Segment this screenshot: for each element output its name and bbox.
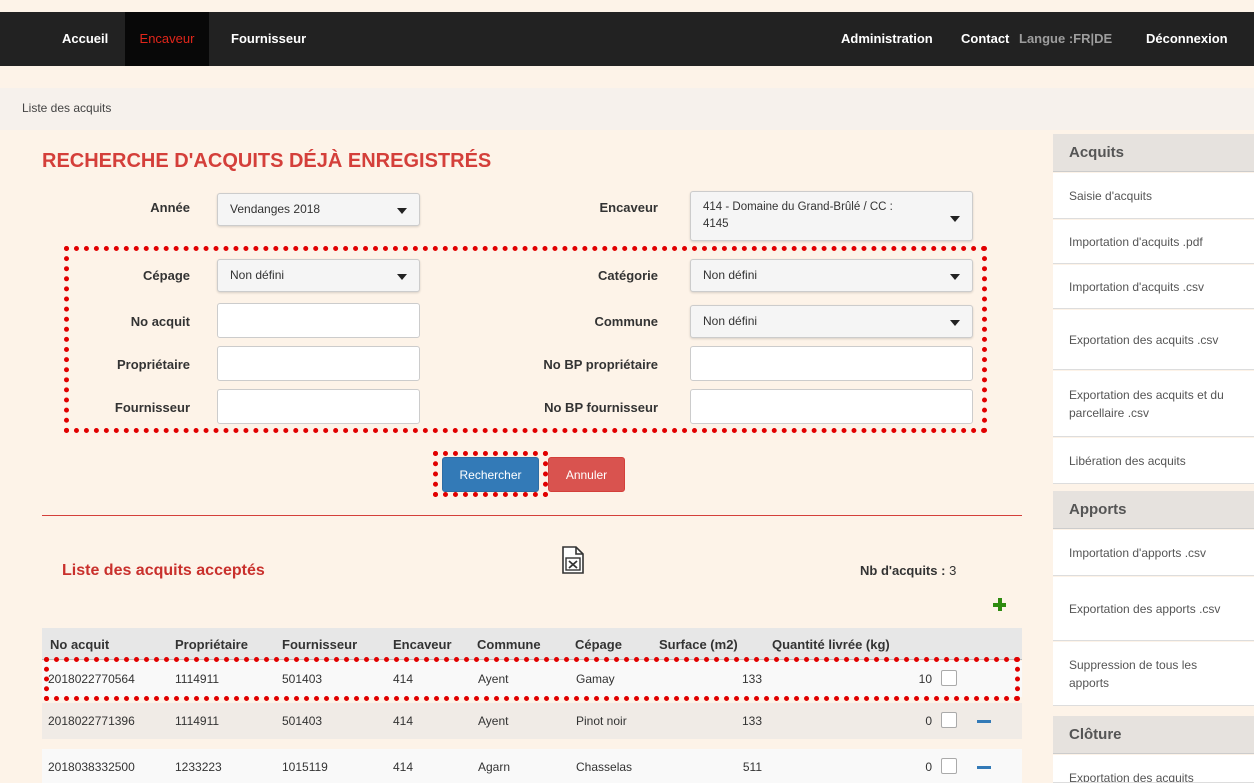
caret-down-icon [950,274,960,280]
nav-logout[interactable]: Déconnexion [1146,12,1228,66]
highlight-row [44,657,1020,701]
no-bp-fournisseur-input[interactable] [690,389,973,424]
table-row[interactable]: 2018022771396 1114911 501403 414 Ayent P… [42,703,1022,739]
search-button[interactable]: Rechercher [442,457,539,492]
cell-no-acquit: 2018038332500 [48,760,135,774]
col-quantite[interactable]: Quantité livrée (kg) [772,637,890,652]
acquits-count: Nb d'acquits : 3 [860,563,956,578]
cell-commune: Agarn [478,760,511,774]
nav-administration[interactable]: Administration [841,12,933,66]
encaveur-value-line2: 4145 [703,218,729,230]
commune-label: Commune [594,314,658,329]
cell-encaveur: 414 [393,714,414,728]
encaveur-label: Encaveur [599,200,658,215]
sidebar-item-export-apports[interactable]: Exportation des apports .csv [1053,577,1254,641]
sidebar-item-import-pdf[interactable]: Importation d'acquits .pdf [1053,220,1254,264]
annee-value: Vendanges 2018 [230,202,321,216]
annee-label: Année [150,200,190,215]
nav-accueil[interactable]: Accueil [62,12,108,66]
plus-icon[interactable] [993,598,1006,611]
cell-fournisseur: 501403 [282,714,323,728]
no-acquit-input[interactable] [217,303,420,338]
acquits-count-label: Nb d'acquits : [860,563,946,578]
categorie-value: Non défini [703,268,758,282]
cell-proprietaire: 1233223 [175,760,222,774]
categorie-select[interactable]: Non défini [690,259,973,292]
cell-no-acquit: 2018022771396 [48,714,135,728]
col-surface[interactable]: Surface (m2) [659,637,738,652]
table-header: No acquit Propriétaire Fournisseur Encav… [42,628,1022,660]
caret-down-icon [397,274,407,280]
row-checkbox[interactable] [941,758,957,774]
caret-down-icon [397,208,407,214]
commune-select[interactable]: Non défini [690,305,973,338]
sidebar-cloture-title: Clôture [1053,716,1254,754]
sidebar-item-import-csv[interactable]: Importation d'acquits .csv [1053,265,1254,309]
sidebar-item-suppression-apports[interactable]: Suppression de tous les apports [1053,642,1254,706]
cancel-button[interactable]: Annuler [548,457,625,492]
excel-file-icon[interactable] [562,546,584,574]
col-no-acquit[interactable]: No acquit [50,637,109,652]
no-acquit-label: No acquit [130,314,190,329]
sidebar-item-export-cloture[interactable]: Exportation des acquits [1053,755,1254,783]
encaveur-select[interactable]: 414 - Domaine du Grand-Brûlé / CC : 4145 [690,191,973,241]
nav-language-switch[interactable]: Langue :FR|DE [1019,12,1112,66]
breadcrumb-bar: Liste des acquits [0,88,1254,130]
row-checkbox[interactable] [941,712,957,728]
cepage-label: Cépage [143,268,190,283]
proprietaire-input[interactable] [217,346,420,381]
fournisseur-label: Fournisseur [114,400,190,415]
table-row[interactable]: 2018038332500 1233223 1015119 414 Agarn … [42,749,1022,783]
encaveur-value-line1: 414 - Domaine du Grand-Brûlé / CC : [703,201,893,213]
caret-down-icon [950,216,960,222]
cell-cepage: Chasselas [576,760,633,774]
cepage-select[interactable]: Non défini [217,259,420,292]
minus-icon[interactable] [977,766,991,769]
sidebar-item-export-parcellaire[interactable]: Exportation des acquits et du parcellair… [1053,371,1254,437]
sidebar-item-liberation[interactable]: Libération des acquits [1053,438,1254,484]
nav-fournisseur[interactable]: Fournisseur [231,12,306,66]
sidebar-item-saisie-acquits[interactable]: Saisie d'acquits [1053,173,1254,219]
col-fournisseur[interactable]: Fournisseur [282,637,357,652]
sidebar-apports-title: Apports [1053,491,1254,529]
nav-encaveur[interactable]: Encaveur [125,12,209,66]
cell-proprietaire: 1114911 [175,714,220,728]
fournisseur-input[interactable] [217,389,420,424]
breadcrumb[interactable]: Liste des acquits [22,101,111,115]
divider [42,515,1022,516]
cell-encaveur: 414 [393,760,414,774]
cell-quantite: 0 [925,714,932,728]
annee-select[interactable]: Vendanges 2018 [217,193,420,226]
cell-cepage: Pinot noir [576,714,627,728]
minus-icon[interactable] [977,720,991,723]
caret-down-icon [950,320,960,326]
nav-contact[interactable]: Contact [961,12,1009,66]
acquits-count-value: 3 [949,563,957,578]
col-cepage[interactable]: Cépage [575,637,622,652]
sidebar-acquits-title: Acquits [1053,134,1254,172]
commune-value: Non défini [703,314,758,328]
page-title: RECHERCHE D'ACQUITS DÉJÀ ENREGISTRÉS [42,150,492,172]
proprietaire-label: Propriétaire [117,357,190,372]
cell-commune: Ayent [478,714,509,728]
no-bp-proprietaire-input[interactable] [690,346,973,381]
cell-quantite: 0 [925,760,932,774]
cell-surface: 133 [741,714,762,728]
sidebar-item-import-apports[interactable]: Importation d'apports .csv [1053,530,1254,576]
list-title: Liste des acquits acceptés [62,562,265,579]
cell-fournisseur: 1015119 [282,760,328,774]
categorie-label: Catégorie [598,268,658,283]
col-proprietaire[interactable]: Propriétaire [175,637,248,652]
navbar: Accueil Encaveur Fournisseur Administrat… [0,12,1254,66]
col-commune[interactable]: Commune [477,637,541,652]
cell-surface: 511 [742,760,762,774]
sidebar-item-export-acquits[interactable]: Exportation des acquits .csv [1053,310,1254,370]
no-bp-fournisseur-label: No BP fournisseur [544,400,658,415]
no-bp-proprietaire-label: No BP propriétaire [543,357,658,372]
col-encaveur[interactable]: Encaveur [393,637,452,652]
cepage-value: Non défini [230,268,285,282]
